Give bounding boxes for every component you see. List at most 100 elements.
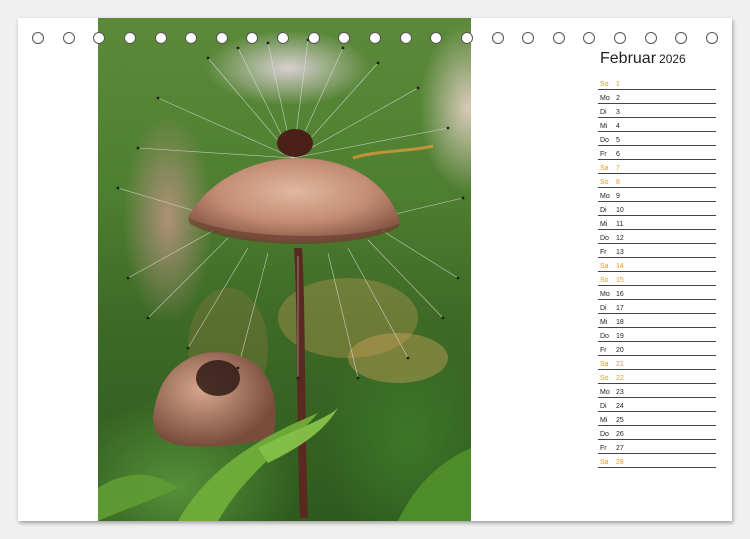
- binding-hole: [675, 32, 688, 44]
- weekday-label: Sa: [600, 165, 609, 172]
- binding-hole: [307, 32, 320, 44]
- day-row: Mi 11: [598, 216, 716, 230]
- weekday-label: Do: [600, 431, 609, 438]
- binding-hole: [706, 32, 718, 44]
- weekday-label: Do: [600, 235, 609, 242]
- day-number: 2: [616, 95, 620, 102]
- day-number: 19: [616, 333, 624, 340]
- day-number: 14: [616, 263, 624, 270]
- day-row: So 8: [598, 174, 716, 188]
- day-row: Mo 16: [598, 286, 716, 300]
- weekday-label: Mi: [600, 123, 608, 130]
- weekday-label: Di: [600, 207, 607, 214]
- mushroom-photo: [98, 18, 471, 521]
- day-row: Di 10: [598, 202, 716, 216]
- month-name: Februar: [600, 50, 657, 67]
- day-list: So 1 Mo 2 Di 3 Mi 4 Do 5 Fr 6 Sa 7 So 8 Mo 9 Di 10 Mi 11 Do 12 F…: [598, 76, 716, 468]
- weekday-label: Mo: [600, 95, 610, 102]
- calendar-page: Februar 2026 So 1 Mo 2 Di 3 Mi 4 Do 5 Fr 6 Sa 7 So 8 Mo 9 D…: [18, 18, 732, 521]
- day-row: Mi 18: [598, 314, 716, 328]
- day-row: Fr 20: [598, 342, 716, 356]
- day-number: 15: [616, 277, 624, 284]
- day-row: Mo 23: [598, 384, 716, 398]
- mushroom-illustration: [98, 38, 471, 521]
- weekday-label: Mo: [600, 291, 610, 298]
- weekday-label: Fr: [600, 445, 607, 452]
- binding-hole: [522, 32, 535, 44]
- day-row: So 1: [598, 76, 716, 90]
- day-number: 7: [616, 165, 620, 172]
- day-number: 6: [616, 151, 620, 158]
- binding-hole: [399, 32, 412, 44]
- weekday-label: So: [600, 277, 609, 284]
- weekday-label: Fr: [600, 347, 607, 354]
- weekday-label: Sa: [600, 459, 609, 466]
- day-number: 13: [616, 249, 624, 256]
- weekday-label: Fr: [600, 151, 607, 158]
- binding-hole: [154, 32, 167, 44]
- binding-hole: [93, 32, 106, 44]
- year-label: 2026: [659, 52, 686, 66]
- day-number: 17: [616, 305, 624, 312]
- day-number: 18: [616, 319, 624, 326]
- weekday-label: Sa: [600, 263, 609, 270]
- weekday-label: Mi: [600, 417, 608, 424]
- day-row: Fr 6: [598, 146, 716, 160]
- day-number: 5: [616, 137, 620, 144]
- day-number: 12: [616, 235, 624, 242]
- binding-hole: [583, 32, 596, 44]
- day-number: 23: [616, 389, 624, 396]
- weekday-label: Mo: [600, 389, 610, 396]
- day-number: 27: [616, 445, 624, 452]
- month-title: Februar 2026: [600, 50, 686, 68]
- binding-hole: [430, 32, 443, 44]
- day-number: 1: [616, 81, 620, 88]
- day-number: 4: [616, 123, 620, 130]
- binding-hole: [32, 32, 44, 44]
- weekday-label: Mo: [600, 193, 610, 200]
- day-row: Mo 9: [598, 188, 716, 202]
- weekday-label: Do: [600, 137, 609, 144]
- day-number: 11: [616, 221, 624, 228]
- binding-hole: [185, 32, 198, 44]
- weekday-label: Do: [600, 333, 609, 340]
- day-row: Do 19: [598, 328, 716, 342]
- day-number: 8: [616, 179, 620, 186]
- day-number: 26: [616, 431, 624, 438]
- weekday-label: Di: [600, 109, 607, 116]
- day-row: Sa 21: [598, 356, 716, 370]
- day-number: 21: [616, 361, 624, 368]
- day-row: So 22: [598, 370, 716, 384]
- weekday-label: Mi: [600, 221, 608, 228]
- binding-hole: [369, 32, 381, 44]
- day-number: 9: [616, 193, 620, 200]
- day-row: Fr 13: [598, 244, 716, 258]
- spiral-binding: [18, 32, 732, 48]
- weekday-label: Sa: [600, 361, 609, 368]
- weekday-label: Mi: [600, 319, 608, 326]
- day-row: Do 5: [598, 132, 716, 146]
- binding-hole: [246, 32, 259, 44]
- day-number: 24: [616, 403, 624, 410]
- day-number: 10: [616, 207, 624, 214]
- day-row: Sa 14: [598, 258, 716, 272]
- day-row: Fr 27: [598, 440, 716, 454]
- day-number: 20: [616, 347, 624, 354]
- binding-hole: [123, 32, 136, 44]
- weekday-label: So: [600, 179, 609, 186]
- binding-hole: [338, 32, 351, 44]
- weekday-label: So: [600, 375, 609, 382]
- weekday-label: Fr: [600, 249, 607, 256]
- day-row: So 15: [598, 272, 716, 286]
- binding-hole: [62, 32, 75, 44]
- day-row: Di 17: [598, 300, 716, 314]
- weekday-label: So: [600, 81, 609, 88]
- day-row: Sa 28: [598, 454, 716, 468]
- day-row: Do 26: [598, 426, 716, 440]
- day-row: Mi 25: [598, 412, 716, 426]
- weekday-label: Di: [600, 305, 607, 312]
- day-row: Di 3: [598, 104, 716, 118]
- day-row: Do 12: [598, 230, 716, 244]
- binding-hole: [552, 32, 565, 44]
- day-number: 3: [616, 109, 620, 116]
